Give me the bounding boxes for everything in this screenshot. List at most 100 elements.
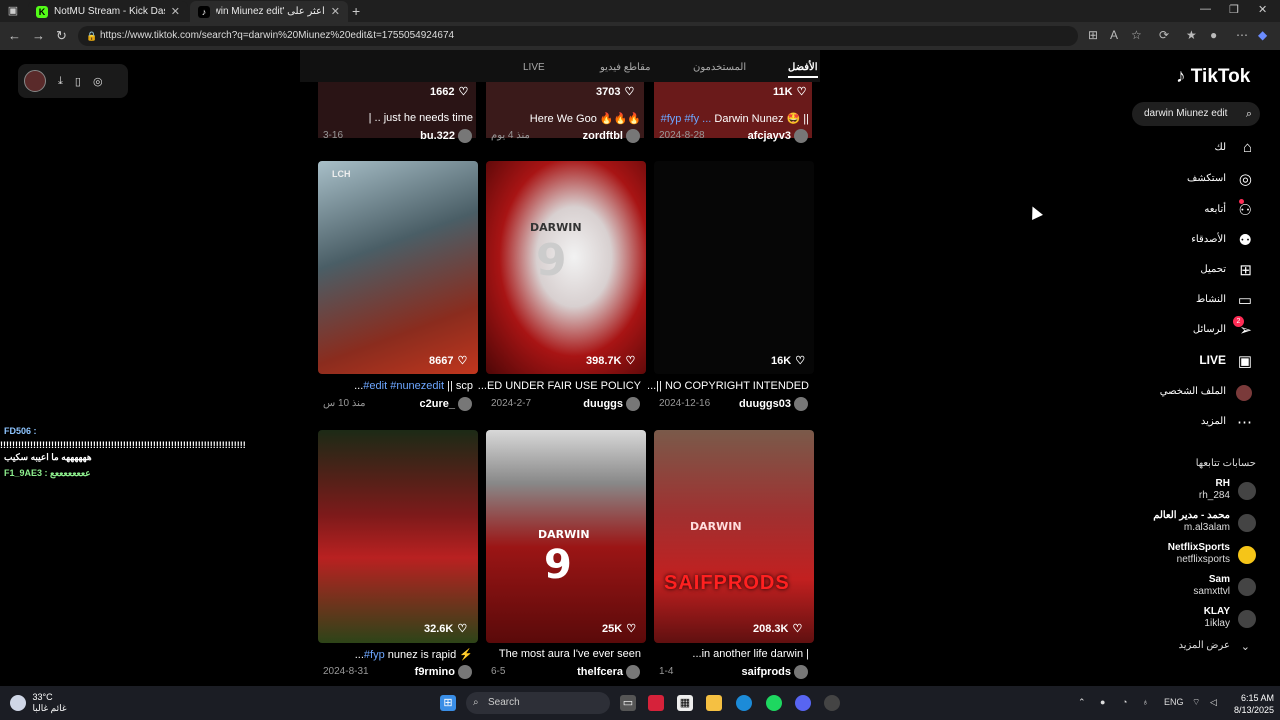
favorites-icon[interactable]: ★ bbox=[1186, 28, 1197, 42]
new-tab-button[interactable]: + bbox=[352, 3, 360, 19]
hashtag[interactable]: #fyp #fy ... bbox=[661, 113, 712, 125]
video-caption[interactable]: ...#edit #nunezedit scp || bbox=[318, 380, 473, 392]
video-caption[interactable]: ED UNDER FAIR USE POLICY... bbox=[478, 380, 641, 392]
tray-chevron-icon[interactable]: ⌃ bbox=[1078, 697, 1086, 708]
weather-widget[interactable]: 33°C غائم غالبا bbox=[10, 692, 67, 714]
favorite-star-icon[interactable]: ☆ bbox=[1131, 28, 1142, 42]
following-account[interactable]: محمد - مدير العالم m.al3alam bbox=[1140, 510, 1258, 538]
store-icon[interactable]: ▦ bbox=[677, 695, 693, 711]
tab-close-icon[interactable]: ✕ bbox=[331, 5, 340, 18]
video-thumbnail[interactable] bbox=[654, 161, 814, 374]
video-author[interactable]: bu.322 bbox=[400, 129, 472, 143]
wifi-icon[interactable]: ⌔ bbox=[1192, 697, 1200, 708]
refresh-icon[interactable]: ↻ bbox=[56, 28, 67, 44]
back-icon[interactable]: ← bbox=[8, 28, 21, 43]
browser-tab-tiktok[interactable]: ♪ اعثر على 'darwin Miunez edit' علـ ✕ bbox=[190, 1, 348, 22]
copilot-icon[interactable]: ◆ bbox=[1258, 28, 1267, 42]
tab-live[interactable]: LIVE bbox=[523, 62, 545, 73]
phone-icon[interactable]: ▯ bbox=[75, 75, 81, 88]
video-caption[interactable]: | in another life darwin... bbox=[654, 648, 809, 660]
clock[interactable]: 6:15 AM 8/13/2025 bbox=[1234, 692, 1274, 716]
video-author[interactable]: thelfcera bbox=[560, 665, 640, 679]
like-count: 398.7K ♡ bbox=[586, 355, 636, 367]
language-indicator[interactable]: ENG bbox=[1164, 697, 1184, 707]
tab-users[interactable]: المستخدمون bbox=[693, 62, 746, 73]
app-icon[interactable] bbox=[648, 695, 664, 711]
headset-icon[interactable]: ◔ bbox=[1122, 697, 1127, 707]
following-account[interactable]: NetflixSports netflixsports bbox=[1140, 542, 1258, 570]
search-tabs: الأفضل المستخدمون مقاطع فيديو LIVE bbox=[300, 50, 820, 82]
sidebar-item-profile[interactable]: الملف الشخصي bbox=[1140, 382, 1258, 404]
video-author[interactable]: f9rmino bbox=[400, 665, 472, 679]
discord-icon[interactable] bbox=[795, 695, 811, 711]
video-caption[interactable]: #fyp #fy ... Darwin Nunez 🤩 || bbox=[654, 112, 809, 125]
video-author[interactable]: zordftbl bbox=[560, 129, 640, 143]
tab-close-icon[interactable]: ✕ bbox=[171, 5, 180, 18]
video-author[interactable]: afcjayv3 bbox=[730, 129, 808, 143]
close-window-icon[interactable]: ✕ bbox=[1258, 3, 1267, 16]
edge-icon[interactable] bbox=[736, 695, 752, 711]
hashtag[interactable]: #fyp bbox=[364, 649, 385, 661]
search-icon[interactable]: ⌕ bbox=[1246, 102, 1252, 126]
video-author[interactable]: c2ure_ bbox=[400, 397, 472, 411]
jersey-name: DARWIN bbox=[690, 520, 742, 533]
tray-app-icon[interactable]: ● bbox=[1100, 697, 1105, 707]
video-thumbnail[interactable] bbox=[318, 430, 478, 643]
minimize-icon[interactable]: — bbox=[1200, 3, 1211, 15]
sidebar-item-messages[interactable]: الرسائل 2 ➢ bbox=[1140, 316, 1258, 342]
video-thumbnail[interactable]: LCH bbox=[318, 161, 478, 374]
sidebar-item-live[interactable]: LIVE ▣ bbox=[1140, 351, 1258, 373]
refresh-extension-icon[interactable]: ⟳ bbox=[1159, 28, 1169, 42]
sidebar-item-friends[interactable]: الأصدقاء ⚉ bbox=[1140, 230, 1258, 252]
video-caption[interactable]: Here We Goo 🔥🔥🔥 bbox=[486, 112, 641, 125]
maximize-icon[interactable]: ❐ bbox=[1229, 3, 1239, 16]
profile-icon[interactable]: ● bbox=[1210, 28, 1217, 42]
volume-icon[interactable]: ◁ bbox=[1210, 697, 1217, 708]
obs-icon[interactable] bbox=[824, 695, 840, 711]
sidebar-item-foryou[interactable]: لك ⌂ bbox=[1140, 138, 1258, 160]
video-thumbnail[interactable]: DARWIN 9 bbox=[486, 161, 646, 374]
mic-icon[interactable]: ♁ bbox=[1142, 697, 1149, 707]
account-avatar bbox=[1238, 610, 1256, 628]
read-aloud-icon[interactable]: A bbox=[1110, 28, 1118, 42]
download-icon[interactable]: ⤓ bbox=[58, 75, 63, 88]
tab-actions-icon[interactable]: ▣ bbox=[6, 4, 20, 18]
video-caption[interactable]: ...#fyp nunez is rapid ⚡ bbox=[318, 648, 473, 661]
tab-videos[interactable]: مقاطع فيديو bbox=[600, 62, 651, 73]
menu-dots-icon[interactable]: ⋯ bbox=[1236, 28, 1248, 42]
sidebar-item-following[interactable]: أتابعه ⚇ bbox=[1140, 199, 1258, 222]
following-account[interactable]: RH rh_284 bbox=[1140, 478, 1258, 506]
task-view-icon[interactable]: ▭ bbox=[620, 695, 636, 711]
following-account[interactable]: Sam samxttvl bbox=[1140, 574, 1258, 602]
video-thumbnail[interactable]: DARWIN 9 bbox=[486, 430, 646, 643]
file-explorer-icon[interactable] bbox=[706, 695, 722, 711]
account-avatar bbox=[1238, 482, 1256, 500]
sidebar-item-upload[interactable]: تحميل ⊞ bbox=[1140, 260, 1258, 282]
video-caption[interactable]: NO COPYRIGHT INTENDED ||... bbox=[647, 380, 809, 392]
video-author[interactable]: duuggs bbox=[560, 397, 640, 411]
search-value: darwin Miunez edit bbox=[1144, 108, 1228, 119]
floating-avatar[interactable] bbox=[24, 70, 46, 92]
taskbar-search[interactable]: ⌕ Search bbox=[466, 692, 610, 714]
search-input[interactable]: darwin Miunez edit ⌕ bbox=[1132, 102, 1260, 126]
video-thumbnail[interactable]: DARWIN SAIFPRODS bbox=[654, 430, 814, 643]
video-author[interactable]: duuggs03 bbox=[720, 397, 808, 411]
tab-top[interactable]: الأفضل bbox=[788, 62, 818, 78]
tiktok-logo[interactable]: ♪ TikTok bbox=[1176, 66, 1250, 88]
video-author[interactable]: saifprods bbox=[720, 665, 808, 679]
sidebar-item-explore[interactable]: استكشف ◎ bbox=[1140, 169, 1258, 191]
url-field[interactable]: 🔒 https://www.tiktok.com/search?q=darwin… bbox=[78, 26, 1078, 46]
following-account[interactable]: KLAY 1iklay bbox=[1140, 606, 1258, 634]
video-caption[interactable]: The most aura I've ever seen bbox=[486, 648, 641, 660]
sidebar-item-more[interactable]: المزيد ⋯ bbox=[1140, 412, 1258, 434]
sidebar-item-activity[interactable]: النشاط ▭ bbox=[1140, 290, 1258, 312]
hashtag[interactable]: #edit #nunezedit bbox=[363, 380, 444, 392]
apps-icon[interactable]: ⊞ bbox=[1088, 28, 1098, 42]
compass-icon[interactable]: ◎ bbox=[93, 75, 103, 88]
caption-text: Darwin Nunez 🤩 || bbox=[714, 113, 809, 125]
video-caption[interactable]: just he needs time .. | bbox=[318, 112, 473, 124]
browser-tab-kick[interactable]: K NotMU Stream - Kick Dashboard ✕ bbox=[28, 1, 188, 22]
start-icon[interactable]: ⊞ bbox=[440, 695, 456, 711]
spotify-icon[interactable] bbox=[766, 695, 782, 711]
forward-icon[interactable]: → bbox=[32, 28, 45, 43]
